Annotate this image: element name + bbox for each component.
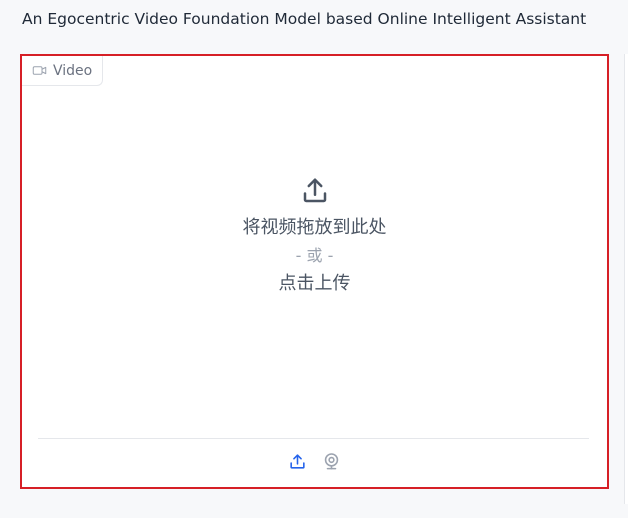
drop-instruction-text: 将视频拖放到此处 [242,217,387,238]
webcam-icon [324,452,339,469]
drop-zone[interactable]: 将视频拖放到此处 - 或 - 点击上传 [22,176,607,298]
webcam-source-button[interactable] [321,450,343,472]
video-label-text: Video [53,62,93,79]
upload-icon [303,178,326,203]
source-selector [22,450,607,472]
video-upload-panel[interactable]: Video 将视频拖放到此处 - 或 - 点击上传 [20,54,609,489]
click-to-upload-text[interactable]: 点击上传 [279,270,351,298]
video-camera-icon [32,66,47,75]
upload-source-button[interactable] [287,450,309,472]
or-separator-text: - 或 - [295,246,334,265]
upload-icon [290,453,305,469]
divider [38,438,589,439]
video-label-tab: Video [22,56,104,86]
adjacent-panel-edge [624,54,628,504]
page-title: An Egocentric Video Foundation Model bas… [22,10,587,28]
